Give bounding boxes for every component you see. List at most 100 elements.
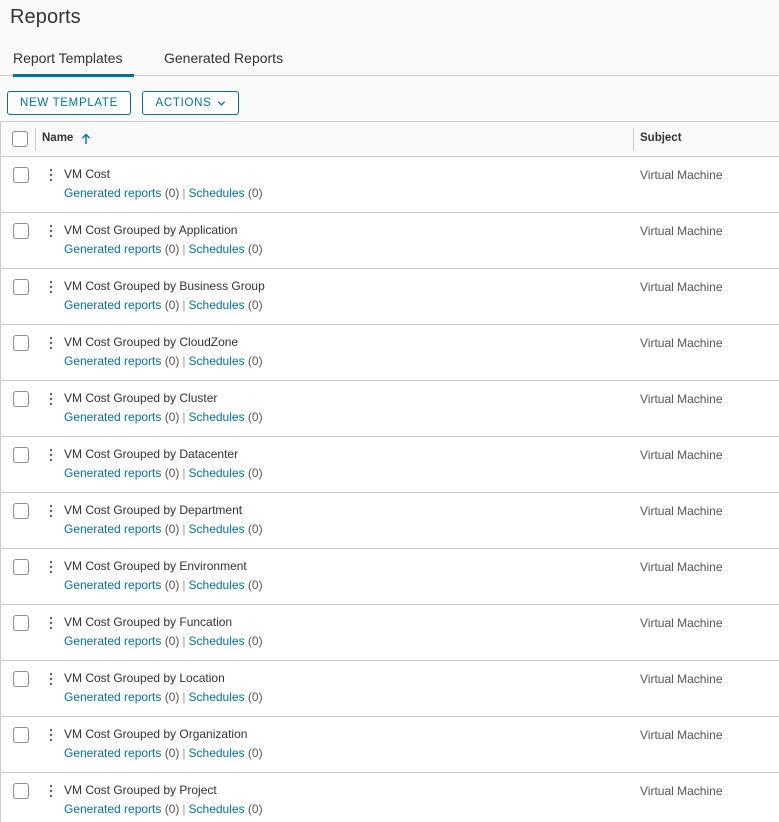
generated-reports-count: (0) [164, 354, 180, 368]
generated-reports-link[interactable]: Generated reports [64, 522, 161, 536]
template-links: Generated reports (0) | Schedules (0) [64, 466, 263, 480]
generated-reports-link[interactable]: Generated reports [64, 186, 161, 200]
generated-reports-count: (0) [164, 466, 180, 480]
generated-reports-link[interactable]: Generated reports [64, 634, 161, 648]
kebab-icon[interactable] [46, 279, 56, 295]
row-select-checkbox[interactable] [13, 335, 29, 351]
generated-reports-link[interactable]: Generated reports [64, 354, 161, 368]
schedules-link[interactable]: Schedules [189, 522, 245, 536]
schedules-link[interactable]: Schedules [189, 354, 245, 368]
schedules-link[interactable]: Schedules [189, 746, 245, 760]
generated-reports-link[interactable]: Generated reports [64, 410, 161, 424]
kebab-icon[interactable] [46, 783, 56, 799]
generated-reports-link[interactable]: Generated reports [64, 242, 161, 256]
kebab-icon[interactable] [46, 335, 56, 351]
kebab-icon[interactable] [46, 559, 56, 575]
chevron-down-icon [217, 100, 225, 106]
row-select-checkbox[interactable] [13, 447, 29, 463]
schedules-link[interactable]: Schedules [189, 466, 245, 480]
schedules-link[interactable]: Schedules [189, 410, 245, 424]
generated-reports-link[interactable]: Generated reports [64, 298, 161, 312]
link-divider: | [182, 410, 186, 424]
schedules-link[interactable]: Schedules [189, 690, 245, 704]
actions-dropdown-button[interactable]: ACTIONS [142, 91, 239, 115]
kebab-icon[interactable] [46, 167, 56, 183]
row-select-checkbox[interactable] [13, 223, 29, 239]
select-all-checkbox[interactable] [12, 131, 28, 147]
kebab-icon[interactable] [46, 727, 56, 743]
generated-reports-count: (0) [164, 690, 180, 704]
row-select-checkbox[interactable] [13, 671, 29, 687]
schedules-link[interactable]: Schedules [189, 242, 245, 256]
generated-reports-count: (0) [164, 186, 180, 200]
generated-reports-link[interactable]: Generated reports [64, 746, 161, 760]
template-links: Generated reports (0) | Schedules (0) [64, 242, 263, 256]
schedules-count: (0) [247, 466, 263, 480]
table-row: VM Cost Grouped by Business Group Generat… [1, 269, 779, 325]
row-select-checkbox[interactable] [13, 783, 29, 799]
kebab-icon[interactable] [46, 615, 56, 631]
template-name: VM Cost Grouped by Project [64, 783, 217, 797]
schedules-count: (0) [247, 802, 263, 816]
template-links: Generated reports (0) | Schedules (0) [64, 354, 263, 368]
column-header-name[interactable]: Name [42, 132, 73, 144]
link-divider: | [182, 578, 186, 592]
table-row: VM Cost Grouped by Location Generated rep… [1, 661, 779, 717]
arrow-up-icon[interactable] [81, 133, 91, 145]
template-name: VM Cost Grouped by Funcation [64, 615, 233, 629]
row-select-checkbox[interactable] [13, 503, 29, 519]
template-subject: Virtual Machine [640, 560, 723, 574]
row-select-checkbox[interactable] [13, 559, 29, 575]
template-name: VM Cost Grouped by Cluster [64, 391, 218, 405]
schedules-link[interactable]: Schedules [189, 298, 245, 312]
table-row: VM Cost Grouped by CloudZone Generated re… [1, 325, 779, 381]
template-subject: Virtual Machine [640, 728, 723, 742]
generated-reports-link[interactable]: Generated reports [64, 690, 161, 704]
row-select-checkbox[interactable] [13, 727, 29, 743]
generated-reports-link[interactable]: Generated reports [64, 802, 161, 816]
kebab-icon[interactable] [46, 223, 56, 239]
schedules-link[interactable]: Schedules [189, 186, 245, 200]
schedules-link[interactable]: Schedules [189, 802, 245, 816]
tab-report-templates[interactable]: Report Templates [13, 40, 134, 77]
generated-reports-count: (0) [164, 298, 180, 312]
kebab-icon[interactable] [46, 503, 56, 519]
row-select-checkbox[interactable] [13, 279, 29, 295]
new-template-button[interactable]: NEW TEMPLATE [7, 91, 131, 115]
column-header-subject[interactable]: Subject [640, 132, 682, 144]
tab-generated-reports[interactable]: Generated Reports [164, 40, 292, 76]
schedules-count: (0) [247, 298, 263, 312]
template-subject: Virtual Machine [640, 224, 723, 238]
template-subject: Virtual Machine [640, 336, 723, 350]
generated-reports-count: (0) [164, 578, 180, 592]
template-name: VM Cost Grouped by Organization [64, 727, 248, 741]
link-divider: | [182, 746, 186, 760]
tab-bar: Report Templates Generated Reports [0, 40, 779, 77]
schedules-link[interactable]: Schedules [189, 634, 245, 648]
link-divider: | [182, 634, 186, 648]
row-select-checkbox[interactable] [13, 615, 29, 631]
template-subject: Virtual Machine [640, 616, 723, 630]
template-subject: Virtual Machine [640, 784, 723, 798]
kebab-icon[interactable] [46, 671, 56, 687]
table-row: VM Cost Generated reports (0) | Schedules (… [1, 157, 779, 213]
row-select-checkbox[interactable] [13, 167, 29, 183]
column-divider[interactable] [633, 128, 634, 151]
generated-reports-link[interactable]: Generated reports [64, 578, 161, 592]
kebab-icon[interactable] [46, 391, 56, 407]
schedules-link[interactable]: Schedules [189, 578, 245, 592]
template-links: Generated reports (0) | Schedules (0) [64, 578, 263, 592]
kebab-icon[interactable] [46, 447, 56, 463]
row-select-checkbox[interactable] [13, 391, 29, 407]
link-divider: | [182, 354, 186, 368]
template-links: Generated reports (0) | Schedules (0) [64, 186, 263, 200]
template-subject: Virtual Machine [640, 168, 723, 182]
template-links: Generated reports (0) | Schedules (0) [64, 746, 263, 760]
template-name: VM Cost Grouped by Application [64, 223, 238, 237]
template-name: VM Cost Grouped by Department [64, 503, 243, 517]
template-name: VM Cost Grouped by Environment [64, 559, 247, 573]
link-divider: | [182, 522, 186, 536]
page-title: Reports [10, 6, 81, 28]
link-divider: | [182, 242, 186, 256]
generated-reports-link[interactable]: Generated reports [64, 466, 161, 480]
